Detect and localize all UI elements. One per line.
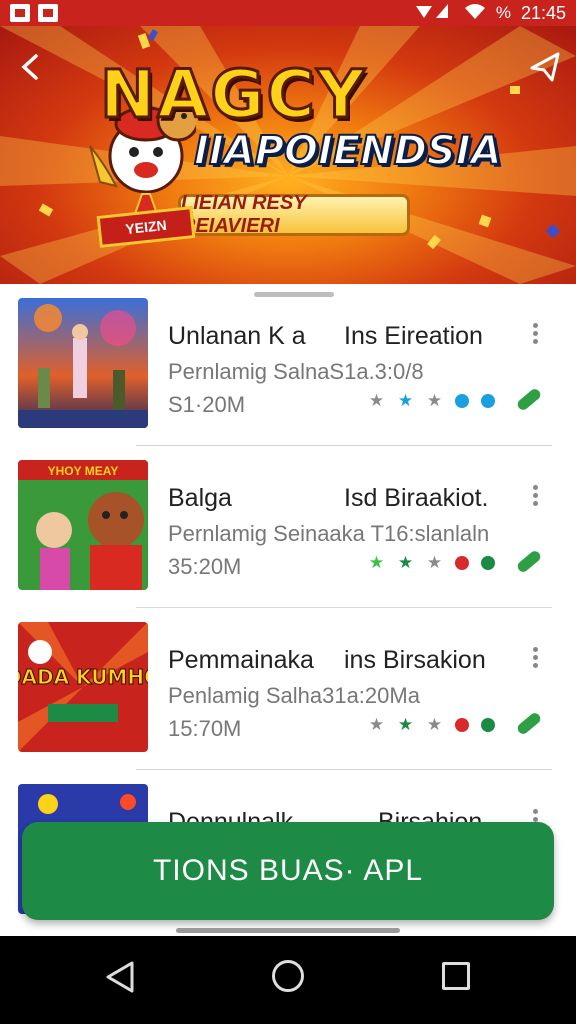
app-subtitle: Pernlamig Seinaaka T16:slanlaln xyxy=(168,521,490,546)
status-dot xyxy=(455,555,469,570)
status-dot xyxy=(481,717,495,732)
banner-tagline: LIEIAN RESY REIAVIERI xyxy=(178,192,410,237)
app-title: Pemmainaka xyxy=(168,646,314,674)
star-icon: ★ xyxy=(426,715,443,734)
status-dot xyxy=(481,393,495,408)
wifi-icon xyxy=(464,2,486,25)
star-icon: ★ xyxy=(368,553,385,572)
app-thumbnail xyxy=(18,298,148,428)
triangle-back-icon xyxy=(106,961,134,993)
star-icon: ★ xyxy=(426,391,443,410)
promo-banner: NAGCY IIAPOIENDSIA LIEIAN RESY REIAVIERI… xyxy=(0,26,576,284)
signal-icon xyxy=(414,2,454,25)
list-item[interactable]: YHOY MEAY Balga Isd Biraakiot. Pernlamig… xyxy=(0,446,576,608)
status-pill-icon xyxy=(515,710,543,737)
list-item[interactable]: DADA KUMHO Pemmainaka ins Birsakion Penl… xyxy=(0,608,576,770)
more-options-button[interactable] xyxy=(526,644,544,674)
thumb-label: DADA KUMHO xyxy=(18,665,148,689)
banner-logo-title: NAGCY xyxy=(99,55,367,135)
app-category: Isd Biraakiot. xyxy=(344,484,489,512)
notification-icon xyxy=(38,4,58,22)
nav-home-button[interactable] xyxy=(272,960,304,992)
nav-recents-button[interactable] xyxy=(442,962,470,990)
nav-back-button[interactable] xyxy=(104,960,136,999)
navigation-bar xyxy=(0,936,576,1024)
star-icon: ★ xyxy=(368,715,385,734)
share-button[interactable] xyxy=(528,50,562,84)
share-icon xyxy=(530,52,560,82)
battery-text: % xyxy=(495,3,511,22)
more-options-button[interactable] xyxy=(526,320,544,350)
clock: 21:45 xyxy=(520,2,566,23)
app-category: Ins Eireation xyxy=(344,322,483,350)
install-button[interactable]: TIONS BUAS· APL xyxy=(22,822,554,920)
app-title: Balga xyxy=(168,484,232,512)
star-icon: ★ xyxy=(426,553,443,572)
app-subtitle: Penlamig Salha31a:20Ma xyxy=(168,683,420,708)
app-size: 35:20M xyxy=(168,554,242,579)
rating-dots: ★ ★ ★ xyxy=(368,554,495,571)
status-dot xyxy=(481,555,495,570)
app-size: S1·20M xyxy=(168,392,246,417)
home-indicator xyxy=(176,928,400,933)
app-subtitle: Pernlamig SalnaS1a.3:0/8 xyxy=(168,359,424,384)
thumb-label: YHOY MEAY xyxy=(48,464,119,478)
app-category: ins Birsakion xyxy=(344,646,486,674)
app-thumbnail: YHOY MEAY xyxy=(18,460,148,590)
status-dot xyxy=(455,393,469,408)
list-item[interactable]: Unlanan K a Ins Eireation Pernlamig Saln… xyxy=(0,284,576,446)
rating-dots: ★ ★ ★ xyxy=(368,716,495,733)
app-size: 15:70M xyxy=(168,716,242,741)
star-icon: ★ xyxy=(368,391,385,410)
back-button[interactable] xyxy=(14,50,48,84)
chevron-left-icon xyxy=(21,54,38,80)
app-title: Unlanan K a xyxy=(168,322,306,350)
more-options-button[interactable] xyxy=(526,482,544,512)
star-icon: ★ xyxy=(397,553,414,572)
notification-icon xyxy=(10,4,30,22)
status-dot xyxy=(455,717,469,732)
status-bar: % 21:45 xyxy=(0,0,576,26)
status-pill-icon xyxy=(515,548,543,575)
star-icon: ★ xyxy=(397,391,414,410)
app-thumbnail: DADA KUMHO xyxy=(18,622,148,752)
status-pill-icon xyxy=(515,386,543,413)
star-icon: ★ xyxy=(397,715,414,734)
banner-logo-subtitle: IIAPOIENDSIA xyxy=(193,127,503,175)
rating-dots: ★ ★ ★ xyxy=(368,392,495,409)
